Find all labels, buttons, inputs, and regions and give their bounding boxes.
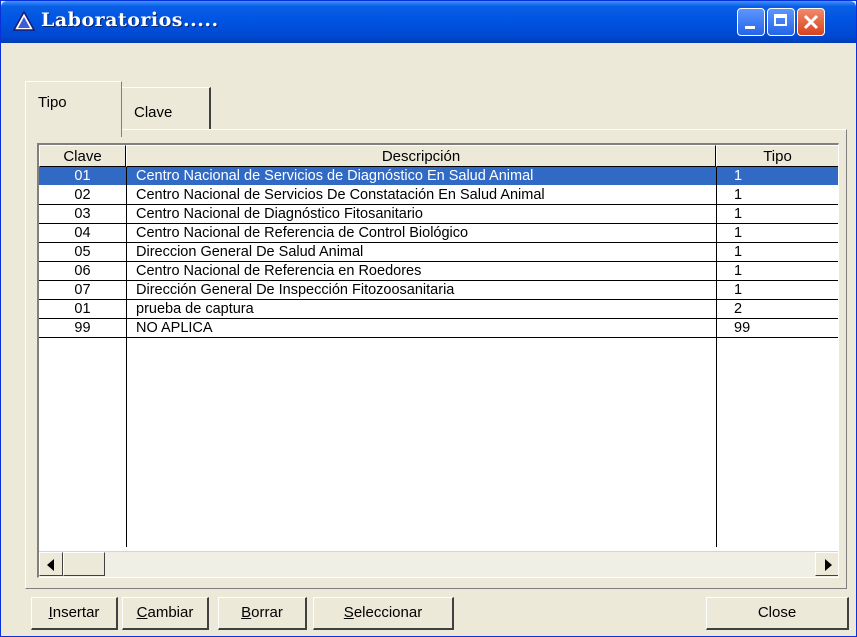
window-title: Laboratorios..... [41,9,219,31]
borrar-button[interactable]: Borrar [218,597,307,630]
column-header-clave[interactable]: Clave [39,145,126,167]
scroll-right-button[interactable] [815,552,838,576]
cell-clave: 05 [39,243,126,262]
cell-clave: 04 [39,224,126,243]
cell-tipo: 1 [716,281,838,300]
cell-tipo: 1 [716,243,838,262]
seleccionar-button[interactable]: Seleccionar [313,597,454,630]
cell-clave: 06 [39,262,126,281]
cell-descripcion: Direccion General De Salud Animal [126,243,716,262]
cell-clave: 99 [39,319,126,338]
cell-tipo: 99 [716,319,838,338]
tab-clave-label: Clave [134,104,173,121]
cell-descripcion: Centro Nacional de Referencia en Roedore… [126,262,716,281]
cell-descripcion: Centro Nacional de Referencia de Control… [126,224,716,243]
table-row[interactable]: 06 Centro Nacional de Referencia en Roedo… [39,262,838,281]
main-window: Laboratorios..... Tipo Clave Clave Descr… [0,0,857,637]
tab-tipo[interactable]: Tipo [25,81,122,137]
table-row[interactable]: 05 Direccion General De Salud Animal 1 [39,243,838,262]
table-row[interactable]: 99 NO APLICA 99 [39,319,838,338]
table-row[interactable]: 07 Dirección General De Inspección Fitozo… [39,281,838,300]
horizontal-scrollbar[interactable] [39,551,838,577]
tab-clave[interactable]: Clave [122,87,211,129]
column-header-descripcion[interactable]: Descripción [126,145,716,167]
cell-tipo: 1 [716,262,838,281]
column-divider [716,167,717,547]
insertar-button[interactable]: Insertar [31,597,118,630]
cell-tipo: 1 [716,224,838,243]
column-divider [126,167,127,547]
scroll-left-button[interactable] [39,552,63,576]
cambiar-button[interactable]: Cambiar [122,597,209,630]
cell-tipo: 2 [716,300,838,319]
table-row[interactable]: 01 Centro Nacional de Servicios de Diagnó… [39,167,838,186]
cell-descripcion: Centro Nacional de Diagnóstico Fitosanit… [126,205,716,224]
cell-descripcion: prueba de captura [126,300,716,319]
column-header-tipo[interactable]: Tipo [716,145,838,167]
close-window-button[interactable] [797,8,825,36]
close-button[interactable]: Close [706,597,849,630]
cell-descripcion: Centro Nacional de Servicios De Constata… [126,186,716,205]
cell-clave: 02 [39,186,126,205]
cell-descripcion: Centro Nacional de Servicios de Diagnóst… [126,167,716,186]
arrow-right-icon [825,559,832,571]
title-bar[interactable]: Laboratorios..... [1,1,856,43]
table-row[interactable]: 02 Centro Nacional de Servicios De Consta… [39,186,838,205]
cell-clave: 01 [39,300,126,319]
cell-tipo: 1 [716,186,838,205]
minimize-button[interactable] [737,8,765,36]
close-icon [803,14,819,30]
cell-clave: 03 [39,205,126,224]
cell-clave: 07 [39,281,126,300]
cell-clave: 01 [39,167,126,186]
laboratorios-grid[interactable]: Clave Descripción Tipo 01 Centro Nacional… [37,143,839,578]
cell-tipo: 1 [716,205,838,224]
triangle-icon [13,11,35,31]
cell-tipo: 1 [716,167,838,186]
cell-descripcion: NO APLICA [126,319,716,338]
table-row[interactable]: 03 Centro Nacional de Diagnóstico Fitosan… [39,205,838,224]
arrow-left-icon [47,559,54,571]
table-row[interactable]: 04 Centro Nacional de Referencia de Contr… [39,224,838,243]
table-row[interactable]: 01 prueba de captura 2 [39,300,838,319]
scroll-thumb[interactable] [63,552,105,576]
maximize-button[interactable] [767,8,795,36]
tab-tipo-label: Tipo [38,94,67,111]
cell-descripcion: Dirección General De Inspección Fitozoos… [126,281,716,300]
